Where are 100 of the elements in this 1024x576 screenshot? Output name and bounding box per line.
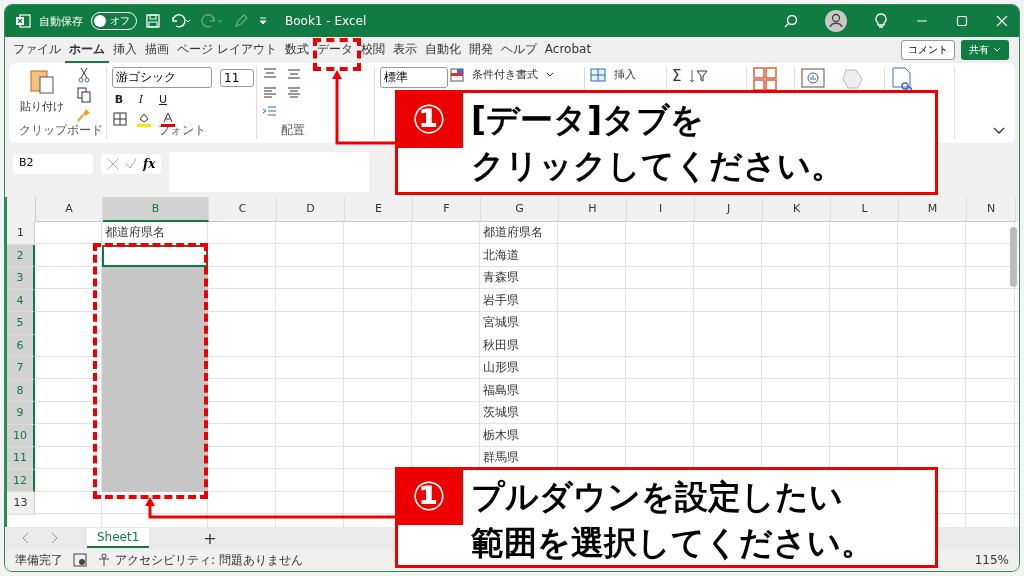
align-middle-icon[interactable] <box>286 67 302 81</box>
insert-function-button[interactable]: fx <box>143 157 156 171</box>
borders-icon[interactable] <box>112 111 128 127</box>
align-top-icon[interactable] <box>262 67 278 81</box>
row-header[interactable]: 5 <box>7 312 35 335</box>
enter-icon <box>125 158 137 170</box>
cancel-icon <box>107 158 119 170</box>
underline-button[interactable]: U <box>156 93 170 106</box>
step-badge: ① <box>395 467 463 525</box>
group-label: 配置 <box>281 122 306 139</box>
ribbon-tab[interactable]: Acrobat <box>540 39 596 61</box>
autosave-label: 自動保存 <box>39 13 83 29</box>
caret-icon[interactable] <box>546 71 554 78</box>
callout-text: プルダウンを設定したい <box>471 476 844 518</box>
table-cell-text: 岩手県 <box>482 291 520 309</box>
row-header[interactable]: 7 <box>7 357 35 380</box>
insert-cells-icon[interactable] <box>590 67 606 82</box>
table-cell-text: 都道府県名 <box>482 224 544 241</box>
row-header[interactable]: 13 <box>7 492 35 515</box>
sheet-tab[interactable]: Sheet1 <box>87 528 150 548</box>
ribbon-tab[interactable]: 挿入 <box>109 37 141 63</box>
table-cell-text: 都道府県名 <box>104 224 166 241</box>
row-header[interactable]: 10 <box>7 424 35 447</box>
ribbon-tab[interactable]: 開発 <box>464 37 497 63</box>
row-header[interactable]: 12 <box>7 469 35 492</box>
ribbon-tab[interactable]: 描画 <box>141 37 173 63</box>
row-header[interactable]: 1 <box>7 222 35 245</box>
font-size-dropdown[interactable]: 11 <box>220 68 254 87</box>
row-header[interactable]: 8 <box>7 379 35 402</box>
accessibility-icon[interactable] <box>97 553 111 567</box>
clipboard-icon[interactable] <box>29 67 55 95</box>
share-button[interactable]: 共有 <box>961 40 1009 60</box>
comment-button[interactable]: コメント <box>901 40 955 60</box>
row-header[interactable]: 2 <box>7 244 35 267</box>
accessibility-status[interactable]: アクセシビリティ: 問題ありません <box>115 551 303 569</box>
close-icon[interactable] <box>995 14 1009 28</box>
table-cell-text: 栃木県 <box>482 426 520 444</box>
conditional-format-button[interactable]: 条件付き書式 <box>472 67 538 82</box>
copy-icon[interactable] <box>77 87 91 103</box>
step-badge: ① <box>395 90 463 148</box>
add-sheet-button[interactable]: + <box>197 527 223 549</box>
vertical-scrollbar[interactable] <box>1010 227 1017 287</box>
highlight-frame <box>313 38 361 71</box>
window-title: Book1 - Excel <box>285 14 367 28</box>
paste-label[interactable]: 貼り付け <box>20 99 64 114</box>
ribbon-tab[interactable]: データ <box>312 37 357 63</box>
fill-color-icon[interactable] <box>136 111 152 127</box>
data-analysis-icon[interactable] <box>800 67 826 91</box>
insert-button[interactable]: 挿入 <box>614 67 636 82</box>
table-cell-text: 北海道 <box>482 246 520 264</box>
customize-caret-icon[interactable] <box>257 15 269 27</box>
group-label: フォント <box>156 122 207 139</box>
bold-button[interactable]: B <box>112 93 126 106</box>
save-icon[interactable] <box>145 13 161 29</box>
ribbon-tab[interactable]: 数式 <box>280 37 313 63</box>
ribbon-tab[interactable]: 自動化 <box>420 37 465 63</box>
excel-logo-icon <box>15 13 31 29</box>
font-color-icon[interactable] <box>160 111 176 127</box>
table-cell-text: 秋田県 <box>482 336 520 354</box>
row-header[interactable]: 11 <box>7 447 35 470</box>
ribbon-tab[interactable]: ヘルプ <box>496 37 541 63</box>
macro-record-icon[interactable] <box>73 553 87 567</box>
table-cell-text: 福島県 <box>482 381 520 399</box>
row-header[interactable]: 9 <box>7 402 35 425</box>
conditional-format-icon[interactable] <box>450 67 464 82</box>
pdf-link-icon[interactable] <box>890 67 914 93</box>
row-header[interactable]: 3 <box>7 267 35 290</box>
next-sheet-icon[interactable] <box>49 532 59 544</box>
italic-button[interactable]: I <box>134 93 148 106</box>
ribbon-tab[interactable]: ファイル <box>9 37 65 63</box>
maximize-icon[interactable] <box>955 14 969 28</box>
autosum-button[interactable]: Σ <box>672 67 682 85</box>
zoom-level[interactable]: 115% <box>974 553 1009 567</box>
table-cell-text: 山形県 <box>482 359 520 376</box>
ribbon-tab[interactable]: 校閲 <box>356 37 389 63</box>
align-left-icon[interactable] <box>262 86 278 100</box>
table-cell-text: 青森県 <box>482 269 520 286</box>
number-format-dropdown[interactable]: 標準 <box>380 67 448 88</box>
previous-sheet-icon[interactable] <box>21 532 31 544</box>
collapse-ribbon-icon[interactable] <box>993 127 1005 135</box>
ribbon-tab[interactable]: 表示 <box>388 37 421 63</box>
callout-text: 範囲を選択してください。 <box>471 522 874 564</box>
lightbulb-icon[interactable] <box>873 13 889 29</box>
callout-text: クリックしてください。 <box>471 145 844 187</box>
table-cell-text: 宮城県 <box>482 314 520 331</box>
callout-text: [データ]タブを <box>471 99 706 141</box>
row-header[interactable]: 6 <box>7 334 35 357</box>
column-header[interactable]: B <box>103 197 209 222</box>
ribbon-tab[interactable]: ページ レイアウト <box>173 37 281 63</box>
status-text: 準備完了 <box>15 551 63 569</box>
align-center-icon[interactable] <box>286 86 302 100</box>
undo-icon[interactable] <box>169 13 193 29</box>
group-label: クリップボード <box>17 122 104 139</box>
avatar-icon[interactable] <box>825 10 847 32</box>
name-box[interactable]: B2 <box>13 154 93 174</box>
font-name-dropdown[interactable]: 游ゴシック <box>112 67 212 88</box>
scissors-icon[interactable] <box>77 67 91 83</box>
table-cell-text: 群馬県 <box>482 449 520 466</box>
add-ins-icon[interactable] <box>752 67 778 91</box>
search-icon[interactable] <box>783 13 799 29</box>
